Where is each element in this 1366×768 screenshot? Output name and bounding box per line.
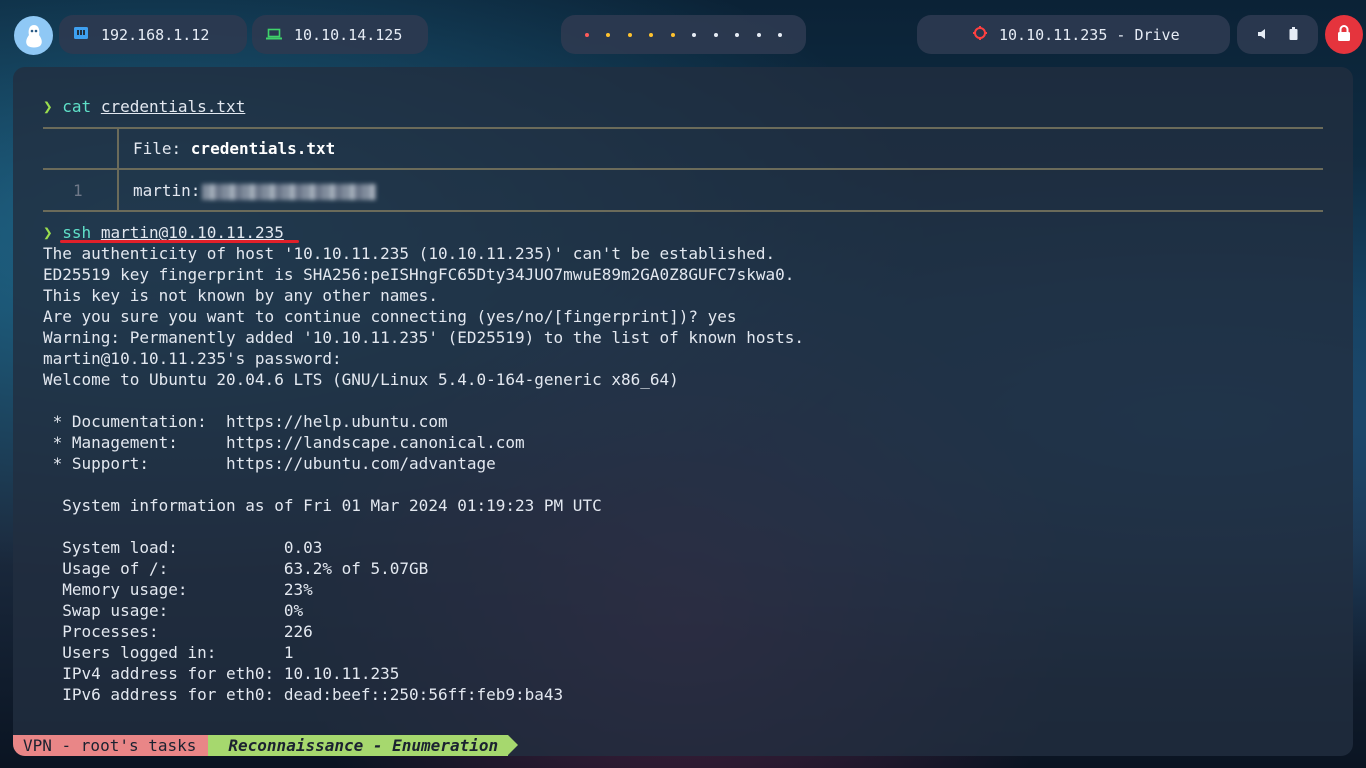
output-line: System information as of Fri 01 Mar 2024… bbox=[43, 496, 602, 515]
output-line: Users logged in: 1 bbox=[43, 643, 294, 662]
output-line: Memory usage: 23% bbox=[43, 580, 313, 599]
bat-file-name: credentials.txt bbox=[190, 139, 336, 158]
target-icon bbox=[973, 25, 987, 44]
tmux-status-line: VPN - root's tasks Reconnaissance - Enum… bbox=[13, 735, 518, 756]
battery-icon[interactable] bbox=[1289, 26, 1298, 44]
output-line: * Documentation: https://help.ubuntu.com bbox=[43, 412, 448, 431]
top-bar: 192.168.1.12 10.10.14.125 10.10.11.235 -… bbox=[0, 0, 1366, 70]
local-ip-widget: 192.168.1.12 bbox=[59, 15, 247, 54]
output-line: martin@10.10.11.235's password: bbox=[43, 349, 342, 368]
bat-rule-bottom bbox=[43, 210, 1323, 212]
output-line: * Support: https://ubuntu.com/advantage bbox=[43, 454, 496, 473]
bat-file-header: File: credentials.txt bbox=[133, 138, 335, 159]
tmux-window-name[interactable]: Reconnaissance - Enumeration bbox=[208, 735, 518, 756]
workspace-dot[interactable] bbox=[778, 32, 783, 37]
bat-rule-top bbox=[43, 127, 1323, 129]
lock-icon bbox=[1337, 24, 1351, 45]
output-line: System load: 0.03 bbox=[43, 538, 323, 557]
bat-line-number: 1 bbox=[73, 181, 83, 200]
workspace-dot[interactable] bbox=[627, 32, 632, 37]
bat-gutter-separator bbox=[117, 128, 119, 210]
workspace-dot[interactable] bbox=[670, 32, 675, 37]
lock-button[interactable] bbox=[1325, 15, 1363, 54]
target-widget: 10.10.11.235 - Drive bbox=[917, 15, 1230, 54]
bat-file-label: File: bbox=[133, 139, 191, 158]
linux-penguin-icon[interactable] bbox=[14, 16, 53, 55]
output-line: Swap usage: 0% bbox=[43, 601, 304, 620]
workspace-dot[interactable] bbox=[584, 32, 589, 37]
prompt-symbol: ❯ bbox=[43, 223, 53, 242]
workspace-dot[interactable] bbox=[713, 32, 718, 37]
laptop-icon bbox=[266, 26, 282, 44]
workspace-dot[interactable] bbox=[649, 32, 654, 37]
terminal-window[interactable]: ❯ cat credentials.txt File: credentials.… bbox=[13, 67, 1353, 756]
output-line: ED25519 key fingerprint is SHA256:peISHn… bbox=[43, 265, 795, 284]
prompt-line-cat: ❯ cat credentials.txt bbox=[43, 96, 245, 117]
output-line: IPv6 address for eth0: dead:beef::250:56… bbox=[43, 685, 564, 704]
speaker-icon[interactable] bbox=[1257, 26, 1269, 44]
output-line: * Management: https://landscape.canonica… bbox=[43, 433, 525, 452]
workspace-switcher bbox=[561, 15, 806, 54]
command-argument: credentials.txt bbox=[100, 97, 246, 116]
output-line: Processes: 226 bbox=[43, 622, 313, 641]
command-name: cat bbox=[62, 97, 92, 116]
output-line: Warning: Permanently added '10.10.11.235… bbox=[43, 328, 804, 347]
output-line: This key is not known by any other names… bbox=[43, 286, 438, 305]
output-line: Are you sure you want to continue connec… bbox=[43, 307, 737, 326]
blurred-password bbox=[202, 183, 377, 200]
bat-rule-middle bbox=[43, 168, 1323, 170]
local-ip-text: 192.168.1.12 bbox=[101, 25, 210, 44]
bat-file-content: martin: bbox=[133, 180, 377, 201]
workspace-dot[interactable] bbox=[606, 32, 611, 37]
vpn-ip-widget: 10.10.14.125 bbox=[252, 15, 428, 54]
output-line: The authenticity of host '10.10.11.235 (… bbox=[43, 244, 776, 263]
workspace-dot[interactable] bbox=[756, 32, 761, 37]
credential-username: martin: bbox=[133, 181, 201, 200]
vpn-ip-text: 10.10.14.125 bbox=[294, 25, 403, 44]
ethernet-icon bbox=[73, 26, 89, 44]
output-line: Welcome to Ubuntu 20.04.6 LTS (GNU/Linux… bbox=[43, 370, 679, 389]
workspace-dot[interactable] bbox=[692, 32, 697, 37]
output-line: IPv4 address for eth0: 10.10.11.235 bbox=[43, 664, 400, 683]
output-line: Usage of /: 63.2% of 5.07GB bbox=[43, 559, 429, 578]
system-tray bbox=[1237, 15, 1318, 54]
workspace-dot[interactable] bbox=[735, 32, 740, 37]
tmux-session-name[interactable]: VPN - root's tasks bbox=[13, 735, 219, 756]
target-text: 10.10.11.235 - Drive bbox=[999, 25, 1180, 44]
prompt-symbol: ❯ bbox=[43, 97, 53, 116]
